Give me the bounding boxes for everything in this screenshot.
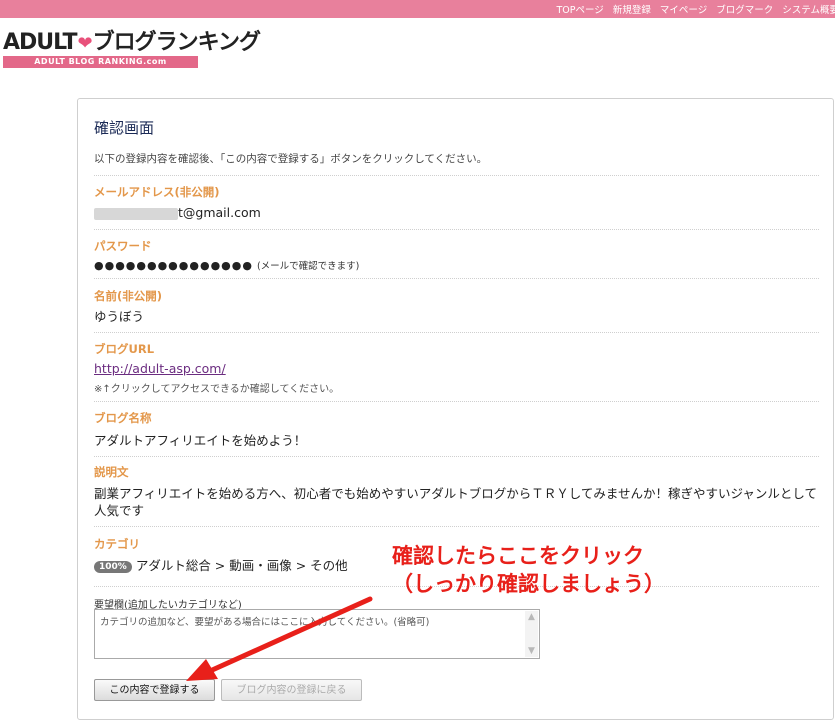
logo-subtitle: ADULT BLOG RANKING.com bbox=[3, 56, 198, 68]
top-bar: TOPページ 新規登録 マイページ ブログマーク システム概要 bbox=[0, 0, 835, 18]
blog-url-note: ※↑クリックしてアクセスできるか確認してください。 bbox=[94, 384, 340, 395]
password-label: パスワード bbox=[94, 239, 152, 253]
email-value: t@gmail.com bbox=[94, 205, 261, 220]
top-nav: TOPページ 新規登録 マイページ ブログマーク システム概要 bbox=[550, 2, 835, 16]
description-value: 副業アフィリエイトを始める方へ、初心者でも始めやすいアダルトブログからＴＲＹして… bbox=[94, 486, 818, 518]
chevron-down-icon[interactable]: ▼ bbox=[526, 646, 537, 656]
password-note: (メールで確認できます) bbox=[256, 261, 360, 272]
page-title: 確認画面 bbox=[94, 119, 155, 137]
match-badge: 100% bbox=[94, 561, 132, 573]
category-value: 100% アダルト総合 > 動画・画像 > その他 bbox=[94, 555, 348, 574]
annotation-line1: 確認したらここをクリック bbox=[392, 544, 644, 568]
divider bbox=[94, 526, 819, 527]
password-value: ●●●●●●●●●●●●●●● (メールで確認できます) bbox=[94, 259, 360, 272]
blog-url-label: ブログURL bbox=[94, 342, 155, 356]
divider bbox=[94, 456, 819, 457]
nav-mypage[interactable]: マイページ bbox=[660, 5, 707, 16]
site-logo[interactable]: ADULT❤ブログランキング ADULT BLOG RANKING.com bbox=[3, 30, 261, 68]
blog-name-value: アダルトアフィリエイトを始めよう！ bbox=[94, 433, 307, 448]
nav-register[interactable]: 新規登録 bbox=[613, 5, 651, 16]
description-label: 説明文 bbox=[94, 465, 129, 479]
blog-name-label: ブログ名称 bbox=[94, 411, 152, 425]
heart-icon: ❤ bbox=[77, 33, 93, 54]
annotation-line2: （しっかり確認しましょう） bbox=[392, 572, 665, 596]
logo-text: ADULT❤ブログランキング bbox=[3, 30, 261, 55]
annotation-arrow-icon bbox=[186, 596, 373, 681]
divider bbox=[94, 278, 819, 279]
nav-top[interactable]: TOPページ bbox=[556, 5, 603, 16]
divider bbox=[94, 401, 819, 402]
chevron-up-icon[interactable]: ▲ bbox=[526, 612, 537, 622]
name-value: ゆうぼう bbox=[94, 309, 145, 324]
redacted-block bbox=[94, 207, 178, 220]
email-label: メールアドレス(非公開) bbox=[94, 185, 220, 199]
divider bbox=[94, 332, 819, 333]
category-label: カテゴリ bbox=[94, 537, 140, 551]
blog-url-link[interactable]: http://adult-asp.com/ bbox=[94, 361, 226, 376]
nav-blogmark[interactable]: ブログマーク bbox=[716, 5, 773, 16]
nav-system[interactable]: システム概要 bbox=[782, 5, 835, 16]
intro-text: 以下の登録内容を確認後、「この内容で登録する」ボタンをクリックしてください。 bbox=[94, 153, 488, 165]
annotation-callout: 確認したらここをクリック （しっかり確認しましょう） bbox=[392, 542, 665, 598]
name-label: 名前(非公開) bbox=[94, 289, 163, 303]
divider bbox=[94, 175, 819, 176]
divider bbox=[94, 229, 819, 230]
textarea-scrollbar[interactable]: ▲ ▼ bbox=[525, 611, 538, 657]
